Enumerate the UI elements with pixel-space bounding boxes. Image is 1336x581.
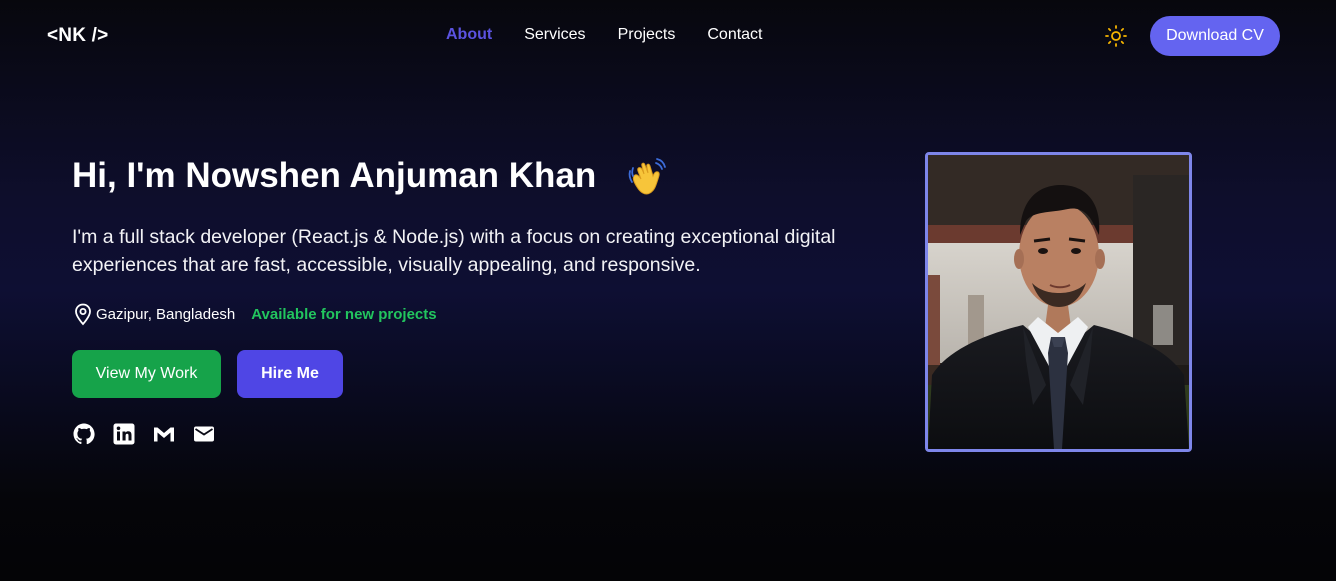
nav-link-projects[interactable]: Projects (618, 26, 676, 44)
nav-link-services[interactable]: Services (524, 26, 585, 44)
gmail-icon[interactable] (152, 422, 176, 446)
location-pin-icon (72, 302, 94, 326)
social-links (72, 422, 216, 446)
availability-status: Available for new projects (251, 305, 437, 323)
sun-icon[interactable] (1104, 24, 1128, 48)
download-cv-button[interactable]: Download CV (1150, 16, 1280, 56)
email-icon[interactable] (192, 422, 216, 446)
location-text: Gazipur, Bangladesh (96, 305, 236, 323)
top-navigation: <NK /> About Services Projects Contact D… (0, 0, 1336, 70)
hero-title: Hi, I'm Nowshen Anjuman Khan (72, 156, 597, 195)
github-icon[interactable] (72, 422, 96, 446)
linkedin-icon[interactable] (112, 422, 136, 446)
hero-meta: Gazipur, Bangladesh Available for new pr… (72, 302, 437, 326)
view-my-work-button[interactable]: View My Work (72, 350, 221, 398)
nav-links: About Services Projects Contact (446, 26, 763, 44)
waving-hand-icon (626, 157, 668, 199)
nav-link-about[interactable]: About (446, 26, 492, 44)
profile-photo (925, 152, 1192, 452)
site-logo[interactable]: <NK /> (47, 25, 108, 47)
nav-link-contact[interactable]: Contact (707, 26, 762, 44)
hire-me-button[interactable]: Hire Me (237, 350, 343, 398)
hero-description: I'm a full stack developer (React.js & N… (72, 226, 836, 276)
